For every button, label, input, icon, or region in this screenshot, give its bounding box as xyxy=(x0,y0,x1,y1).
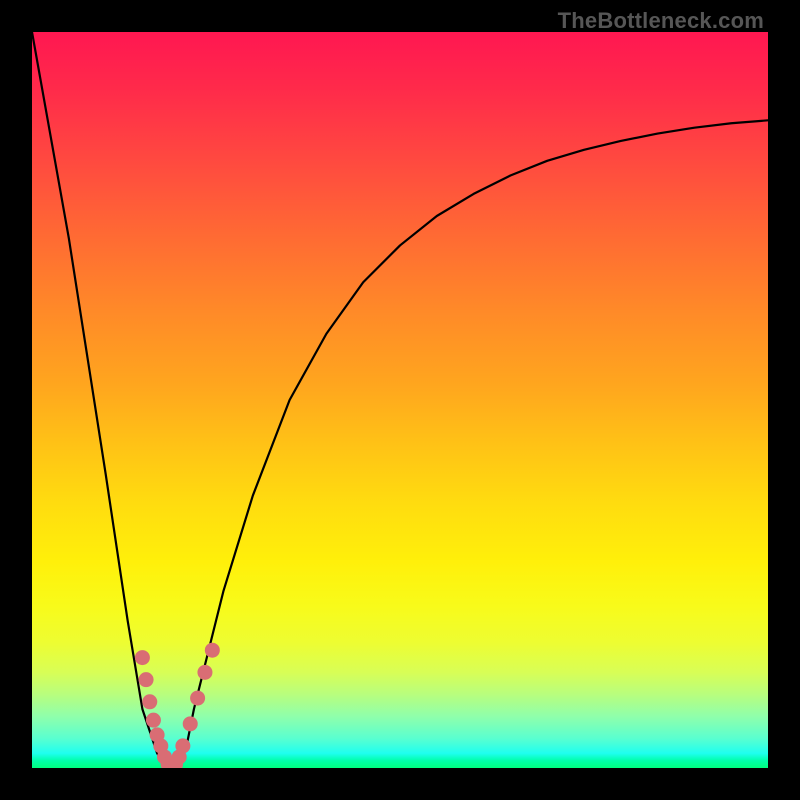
data-marker xyxy=(139,672,154,687)
markers xyxy=(135,643,220,768)
plot-area xyxy=(32,32,768,768)
watermark-label: TheBottleneck.com xyxy=(558,8,764,34)
chart-svg xyxy=(32,32,768,768)
data-marker xyxy=(135,650,150,665)
data-marker xyxy=(146,713,161,728)
chart-container: TheBottleneck.com xyxy=(0,0,800,800)
data-marker xyxy=(175,738,190,753)
data-marker xyxy=(197,665,212,680)
data-marker xyxy=(142,694,157,709)
data-marker xyxy=(205,643,220,658)
data-marker xyxy=(183,716,198,731)
data-marker xyxy=(190,691,205,706)
